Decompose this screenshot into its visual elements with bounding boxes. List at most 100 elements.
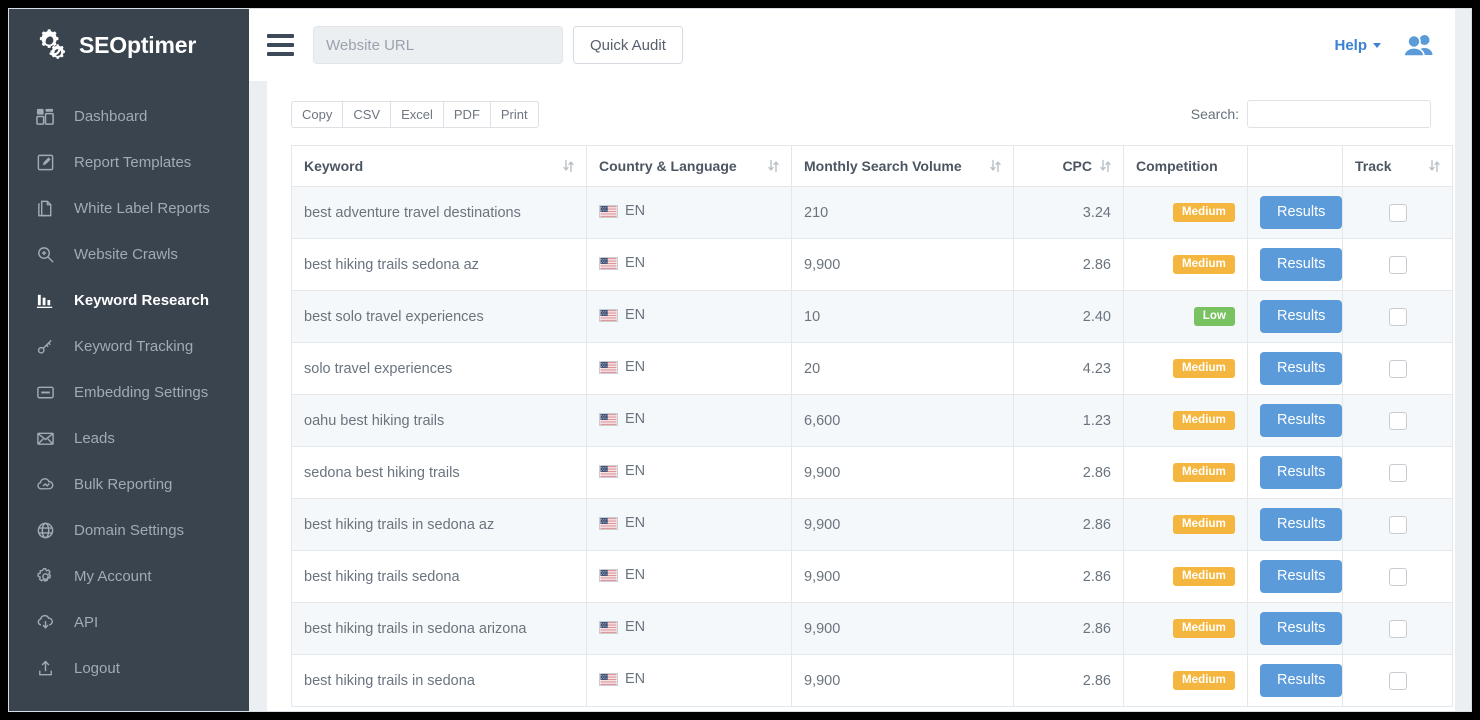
track-checkbox[interactable] (1389, 308, 1407, 326)
cell-cpc: 4.23 (1014, 343, 1124, 395)
hamburger-icon[interactable] (267, 30, 297, 60)
cell-track (1343, 395, 1453, 447)
results-button[interactable]: Results (1260, 612, 1342, 646)
table-row: best solo travel experiencesEN102.40LowR… (292, 291, 1453, 343)
results-button[interactable]: Results (1260, 352, 1342, 386)
upload-exit-icon (35, 658, 56, 679)
cloud-download-icon (35, 612, 56, 633)
results-button[interactable]: Results (1260, 300, 1342, 334)
us-flag-icon (599, 361, 618, 374)
keyword-results-panel: Copy CSV Excel PDF Print Search: (267, 81, 1455, 711)
sidebar-item-embedding-settings[interactable]: Embedding Settings (9, 369, 249, 415)
table-row: sedona best hiking trailsEN9,9002.86Medi… (292, 447, 1453, 499)
users-avatar-icon[interactable] (1403, 33, 1433, 57)
track-checkbox[interactable] (1389, 672, 1407, 690)
track-checkbox[interactable] (1389, 256, 1407, 274)
results-button[interactable]: Results (1260, 560, 1342, 594)
table-toolbar: Copy CSV Excel PDF Print Search: (291, 97, 1431, 131)
cell-country-language: EN (587, 551, 792, 603)
envelope-icon (35, 428, 56, 449)
csv-button[interactable]: CSV (342, 101, 390, 128)
column-label: Keyword (304, 158, 363, 174)
pdf-button[interactable]: PDF (443, 101, 490, 128)
sidebar-item-keyword-tracking[interactable]: Keyword Tracking (9, 323, 249, 369)
sidebar: SEOptimer Dashboard Report Templates Whi (9, 9, 249, 711)
column-label: Competition (1136, 158, 1218, 174)
sidebar-item-keyword-research[interactable]: Keyword Research (9, 277, 249, 323)
table-row: best hiking trails in sedona arizonaEN9,… (292, 603, 1453, 655)
us-flag-icon (599, 257, 618, 270)
cell-cpc: 2.86 (1014, 447, 1124, 499)
country-code: EN (625, 255, 645, 271)
cell-competition: Medium (1124, 395, 1248, 447)
track-checkbox[interactable] (1389, 412, 1407, 430)
column-label: Track (1355, 158, 1392, 174)
track-checkbox[interactable] (1389, 204, 1407, 222)
cell-monthly-search-volume: 9,900 (792, 603, 1014, 655)
sidebar-item-api[interactable]: API (9, 599, 249, 645)
table-row: best adventure travel destinationsEN2103… (292, 187, 1453, 239)
cell-keyword: best hiking trails sedona (292, 551, 587, 603)
sidebar-item-website-crawls[interactable]: Website Crawls (9, 231, 249, 277)
cell-monthly-search-volume: 9,900 (792, 499, 1014, 551)
column-header-country-language[interactable]: Country & Language (587, 146, 792, 187)
seoptimer-gear-icon (35, 28, 69, 62)
track-checkbox[interactable] (1389, 360, 1407, 378)
column-header-keyword[interactable]: Keyword (292, 146, 587, 187)
quick-audit-button[interactable]: Quick Audit (573, 26, 683, 64)
track-checkbox[interactable] (1389, 464, 1407, 482)
results-button[interactable]: Results (1260, 196, 1342, 230)
table-row: solo travel experiencesEN204.23MediumRes… (292, 343, 1453, 395)
sidebar-item-leads[interactable]: Leads (9, 415, 249, 461)
sidebar-item-label: Website Crawls (74, 246, 178, 263)
sidebar-item-bulk-reporting[interactable]: Bulk Reporting (9, 461, 249, 507)
table-search: Search: (1191, 100, 1431, 128)
sidebar-item-my-account[interactable]: My Account (9, 553, 249, 599)
copy-button[interactable]: Copy (291, 101, 342, 128)
cell-competition: Medium (1124, 655, 1248, 707)
brand-logo[interactable]: SEOptimer (9, 9, 249, 81)
search-label: Search: (1191, 106, 1239, 122)
cell-monthly-search-volume: 9,900 (792, 239, 1014, 291)
search-input[interactable] (1247, 100, 1431, 128)
track-checkbox[interactable] (1389, 620, 1407, 638)
cell-actions: Results (1248, 395, 1343, 447)
cell-actions: Results (1248, 603, 1343, 655)
sort-icon (1100, 159, 1111, 173)
track-checkbox[interactable] (1389, 568, 1407, 586)
column-header-track[interactable]: Track (1343, 146, 1453, 187)
results-button[interactable]: Results (1260, 456, 1342, 490)
sidebar-item-label: White Label Reports (74, 200, 210, 217)
help-menu[interactable]: Help (1334, 37, 1381, 54)
help-label: Help (1334, 37, 1367, 54)
us-flag-icon (599, 517, 618, 530)
top-header: Quick Audit Help (249, 9, 1471, 81)
cell-monthly-search-volume: 9,900 (792, 655, 1014, 707)
results-button[interactable]: Results (1260, 664, 1342, 698)
column-header-competition[interactable]: Competition (1124, 146, 1248, 187)
sidebar-item-domain-settings[interactable]: Domain Settings (9, 507, 249, 553)
cell-cpc: 2.40 (1014, 291, 1124, 343)
column-header-cpc[interactable]: CPC (1014, 146, 1124, 187)
sidebar-item-dashboard[interactable]: Dashboard (9, 93, 249, 139)
page-scrollbar[interactable] (1455, 9, 1471, 711)
sidebar-item-report-templates[interactable]: Report Templates (9, 139, 249, 185)
excel-button[interactable]: Excel (390, 101, 443, 128)
export-button-group: Copy CSV Excel PDF Print (291, 101, 539, 128)
results-button[interactable]: Results (1260, 404, 1342, 438)
table-head: Keyword Country & Language (292, 146, 1453, 187)
sidebar-item-logout[interactable]: Logout (9, 645, 249, 691)
results-button[interactable]: Results (1260, 248, 1342, 282)
results-button[interactable]: Results (1260, 508, 1342, 542)
column-header-monthly-search-volume[interactable]: Monthly Search Volume (792, 146, 1014, 187)
cell-cpc: 2.86 (1014, 551, 1124, 603)
sidebar-item-label: API (74, 614, 98, 631)
dashboard-icon (35, 106, 56, 127)
website-url-input[interactable] (313, 26, 563, 64)
print-button[interactable]: Print (490, 101, 539, 128)
track-checkbox[interactable] (1389, 516, 1407, 534)
us-flag-icon (599, 465, 618, 478)
sidebar-item-white-label-reports[interactable]: White Label Reports (9, 185, 249, 231)
cell-country-language: EN (587, 291, 792, 343)
country-code: EN (625, 567, 645, 583)
